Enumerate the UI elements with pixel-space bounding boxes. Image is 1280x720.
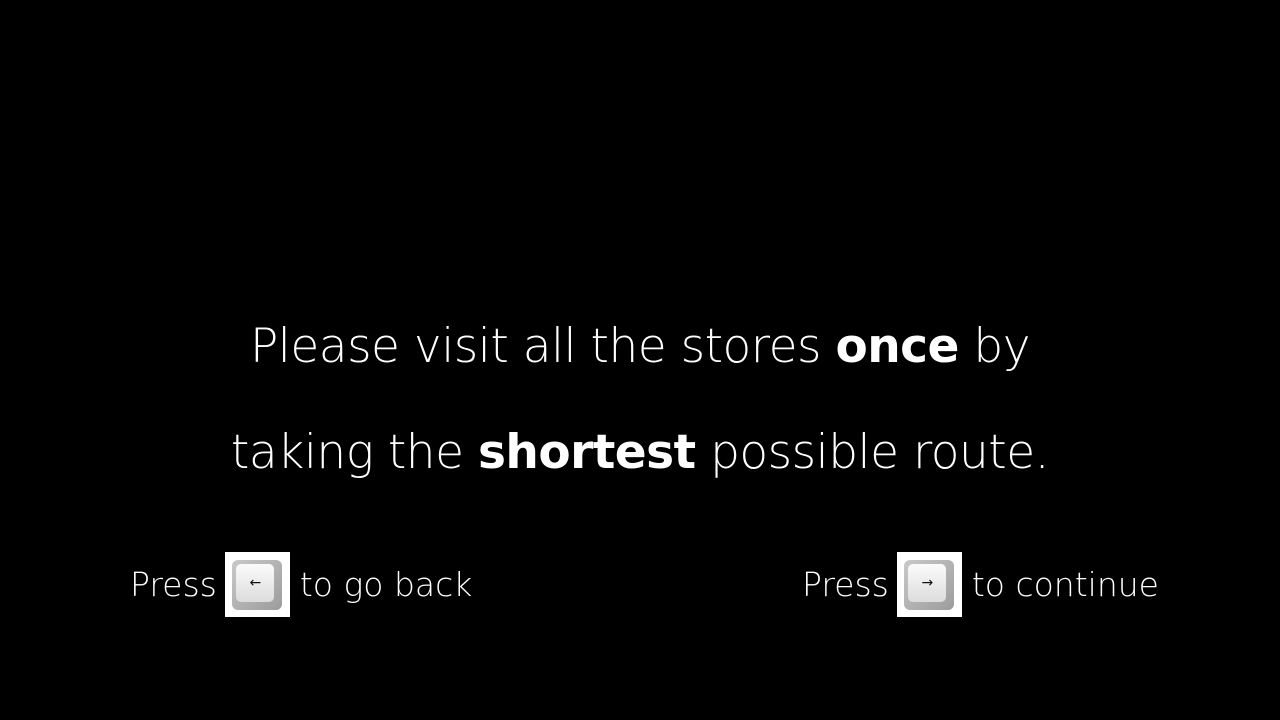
continue-hint: Press → to continue — [802, 552, 1159, 617]
right-key-face: → — [908, 563, 947, 602]
instruction-line-2-text: taking the — [230, 425, 478, 480]
left-key-face: ← — [236, 563, 275, 602]
instruction-line-1-text: Please visit all the stores — [249, 319, 836, 374]
instruction-emphasis-shortest: shortest — [477, 425, 696, 480]
left-arrow-glyph: ← — [249, 574, 262, 591]
right-arrow-key-icon[interactable]: → — [896, 552, 962, 617]
right-arrow-glyph: → — [921, 574, 934, 591]
continue-press-label: Press — [802, 565, 889, 604]
back-hint: Press ← to go back — [130, 552, 472, 617]
right-key-cap: → — [904, 559, 955, 610]
instruction-line-2-end: possible route. — [695, 425, 1050, 480]
continue-action-label: to continue — [971, 565, 1159, 604]
left-arrow-key-icon[interactable]: ← — [224, 552, 290, 617]
instruction-line-1-end: by — [958, 319, 1031, 374]
left-key-cap: ← — [232, 559, 283, 610]
back-action-label: to go back — [299, 565, 473, 604]
back-press-label: Press — [130, 565, 217, 604]
instruction-emphasis-once: once — [835, 319, 959, 374]
instruction-line-2: taking the shortest possible route. — [0, 423, 1280, 483]
instruction-line-1: Please visit all the stores once by — [0, 317, 1280, 377]
